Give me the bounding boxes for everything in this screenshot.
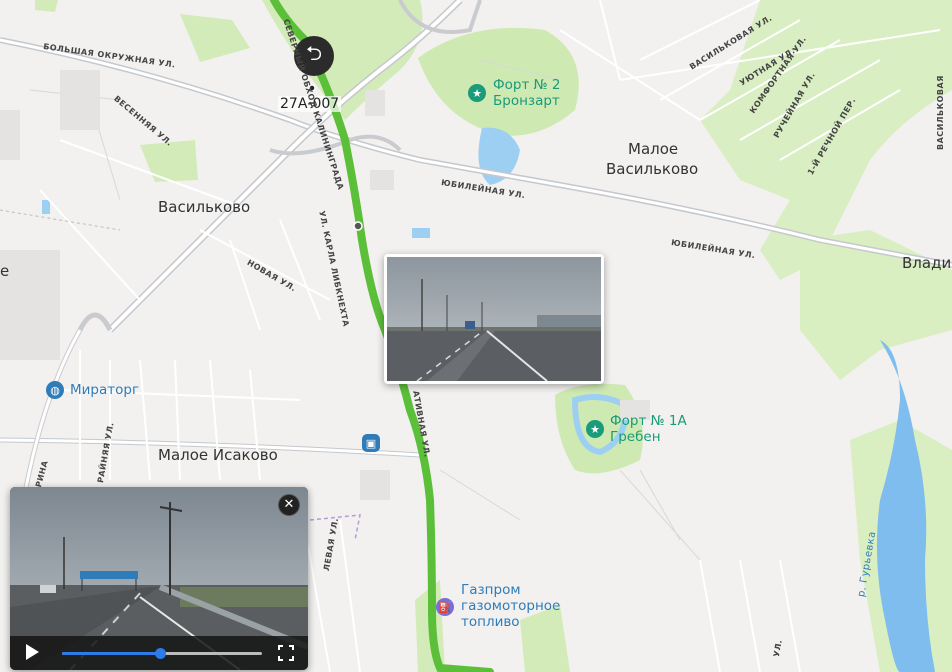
route-waypoint: [353, 221, 363, 231]
park-area: [180, 14, 250, 62]
fullscreen-icon[interactable]: [278, 645, 294, 661]
town-label-vasilkovo: Васильково: [158, 198, 251, 216]
road-photo: [387, 257, 601, 382]
poi-gazprom-name1: Газпром: [461, 582, 521, 598]
poi-fort1a-name: Форт № 1А: [610, 413, 687, 429]
poi-gazprom[interactable]: Газпром газомоторное топливо: [461, 582, 560, 630]
poi-fort2[interactable]: Форт № 2 Бронзарт: [493, 77, 561, 109]
close-icon[interactable]: ✕: [278, 494, 300, 516]
progress-slider[interactable]: [62, 648, 262, 659]
map-canvas[interactable]: ⮌ 27А-007 Васильково Малое Васильково Ма…: [0, 0, 952, 672]
town-label-maloe-isakovo: Малое Исаково: [158, 446, 278, 464]
car-service-icon[interactable]: ▣: [362, 434, 380, 452]
progress-fill: [62, 652, 160, 655]
poi-fort2-name2: Бронзарт: [493, 93, 560, 109]
street-label: ВАСИЛЬКОВАЯ: [936, 75, 945, 150]
poi-gazprom-name3: топливо: [461, 614, 520, 630]
star-icon[interactable]: ★: [468, 84, 486, 102]
panorama-thumbnail[interactable]: [384, 254, 604, 384]
shopping-bag-icon[interactable]: ◍: [46, 381, 64, 399]
panorama-video-player[interactable]: ✕: [10, 487, 308, 670]
fuel-station-icon[interactable]: ⛽: [436, 598, 454, 616]
park-area: [35, 0, 58, 12]
poi-fort1a[interactable]: Форт № 1А Гребен: [610, 413, 687, 445]
poi-miratorg[interactable]: Мираторг: [70, 382, 139, 398]
star-icon[interactable]: ★: [586, 420, 604, 438]
pond: [42, 200, 50, 214]
video-controls: [10, 636, 308, 670]
town-label-maloe-vasilkovo-line1: Малое: [628, 140, 679, 158]
poi-gazprom-name2: газомоторное: [461, 598, 561, 614]
poi-fort2-name: Форт № 2: [493, 77, 561, 93]
progress-knob[interactable]: [155, 648, 166, 659]
town-label-maloe-vasilkovo-line2: Васильково: [606, 160, 699, 178]
town-label-edge: е: [0, 262, 10, 280]
town-label-vladi: Влади: [902, 254, 952, 272]
play-icon[interactable]: [26, 644, 39, 660]
pond: [412, 228, 430, 238]
poi-fort1a-name2: Гребен: [610, 429, 661, 445]
road-sign-icon: ⮌: [305, 41, 323, 65]
